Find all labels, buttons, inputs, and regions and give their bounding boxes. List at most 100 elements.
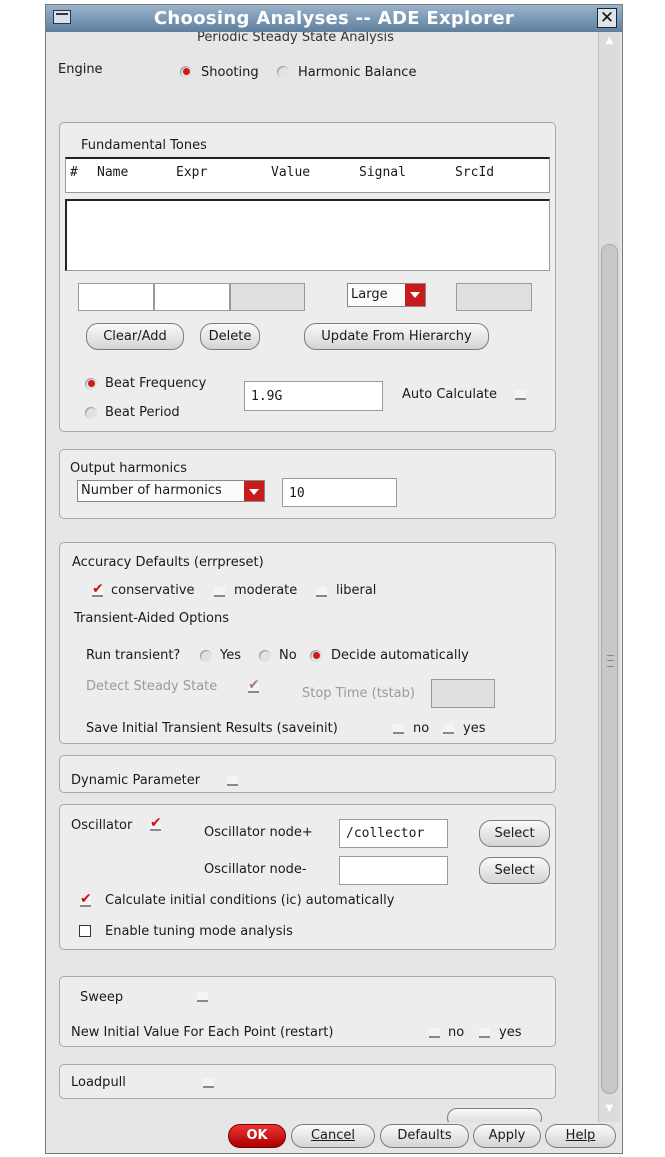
restart-no-checkbox[interactable] <box>429 1028 440 1038</box>
window-menu-icon[interactable] <box>53 10 71 24</box>
col-name: Name <box>97 165 129 180</box>
beat-period-radio[interactable] <box>85 407 97 419</box>
beat-value: 1.9G <box>251 389 283 404</box>
harmonic-balance-label: Harmonic Balance <box>298 65 417 80</box>
ok-button[interactable]: OK <box>228 1124 286 1148</box>
scroll-up-icon[interactable]: ▲ <box>599 32 620 50</box>
oscillator-label: Oscillator <box>71 818 133 833</box>
saveinit-no-checkbox[interactable] <box>393 724 404 734</box>
vertical-scrollbar[interactable]: ▲ ▼ <box>598 32 620 1122</box>
shooting-label: Shooting <box>201 65 259 80</box>
delete-button[interactable]: Delete <box>200 323 260 350</box>
cancel-button[interactable]: Cancel <box>291 1124 375 1148</box>
harmonics-mode-dropdown[interactable]: Number of harmonics <box>77 480 265 502</box>
beat-frequency-label: Beat Frequency <box>105 376 207 391</box>
moderate-label: moderate <box>234 583 298 598</box>
tone-value-input <box>230 283 305 311</box>
conservative-label: conservative <box>111 583 195 598</box>
col-signal: Signal <box>359 165 406 180</box>
shooting-radio[interactable] <box>180 66 192 78</box>
help-button[interactable]: Help <box>545 1124 616 1148</box>
auto-calculate-checkbox[interactable] <box>515 390 526 400</box>
tone-expr-input[interactable] <box>154 283 230 311</box>
run-no-radio[interactable] <box>259 650 271 662</box>
fundamental-tones-title: Fundamental Tones <box>81 138 207 153</box>
accuracy-group: Accuracy Defaults (errpreset) ✔ conserva… <box>59 542 556 744</box>
calc-ic-checkbox[interactable]: ✔ <box>80 892 92 907</box>
apply-button[interactable]: Apply <box>473 1124 541 1148</box>
restart-no-label: no <box>448 1025 465 1040</box>
loadpull-label: Loadpull <box>71 1075 126 1090</box>
moderate-checkbox[interactable] <box>214 587 225 597</box>
engine-label: Engine <box>58 62 103 77</box>
dynamic-parameter-group: Dynamic Parameter <box>59 755 556 793</box>
signal-dropdown[interactable]: Large <box>347 283 426 307</box>
beat-period-label: Beat Period <box>105 405 180 420</box>
save-initial-label: Save Initial Transient Results (saveinit… <box>86 721 338 736</box>
close-icon[interactable]: ✕ <box>597 8 617 28</box>
hidden-button-partial[interactable] <box>447 1108 542 1122</box>
restart-yes-checkbox[interactable] <box>479 1028 490 1038</box>
run-auto-radio[interactable] <box>310 650 322 662</box>
run-yes-label: Yes <box>220 648 241 663</box>
oscillator-node-plus-label: Oscillator node+ <box>204 825 313 840</box>
tone-srcid-input <box>456 283 532 311</box>
select-node-minus-button[interactable]: Select <box>479 857 550 884</box>
dropdown-arrow-icon <box>244 481 264 501</box>
sweep-label: Sweep <box>80 990 124 1005</box>
stop-time-label: Stop Time (tstab) <box>302 686 415 701</box>
tuning-mode-label: Enable tuning mode analysis <box>105 924 293 939</box>
tone-name-input[interactable] <box>78 283 154 311</box>
beat-value-input[interactable]: 1.9G <box>244 381 383 411</box>
run-transient-label: Run transient? <box>86 648 181 663</box>
signal-dropdown-value: Large <box>351 287 388 302</box>
scroll-down-icon[interactable]: ▼ <box>599 1100 620 1118</box>
oscillator-checkbox[interactable]: ✔ <box>150 816 162 831</box>
oscillator-node-minus-input[interactable] <box>339 856 448 885</box>
tuning-mode-checkbox[interactable] <box>79 925 91 937</box>
detect-steady-state-checkbox: ✔ <box>248 677 260 693</box>
conservative-checkbox[interactable]: ✔ <box>92 582 104 597</box>
transient-options-title: Transient-Aided Options <box>74 611 230 626</box>
liberal-label: liberal <box>336 583 377 598</box>
run-auto-label: Decide automatically <box>331 648 469 663</box>
restart-yes-label: yes <box>499 1025 522 1040</box>
loadpull-checkbox[interactable] <box>203 1078 214 1088</box>
dropdown-arrow-icon <box>405 284 425 306</box>
window-title: Choosing Analyses -- ADE Explorer <box>153 8 515 29</box>
dynamic-parameter-checkbox[interactable] <box>227 776 238 786</box>
liberal-checkbox[interactable] <box>316 587 327 597</box>
col-hash: # <box>70 165 78 180</box>
oscillator-group: Oscillator ✔ Oscillator node+ /collector… <box>59 804 556 950</box>
clear-add-button[interactable]: Clear/Add <box>86 323 184 350</box>
oscillator-node-plus-input[interactable]: /collector <box>339 819 448 848</box>
sweep-checkbox[interactable] <box>197 992 208 1002</box>
harmonics-mode-value: Number of harmonics <box>81 483 222 498</box>
saveinit-yes-label: yes <box>463 721 486 736</box>
saveinit-no-label: no <box>413 721 430 736</box>
fundamental-tones-group: Fundamental Tones # Name Expr Value Sign… <box>59 122 556 432</box>
calc-ic-label: Calculate initial conditions (ic) automa… <box>105 893 395 908</box>
col-expr: Expr <box>176 165 208 180</box>
col-srcid: SrcId <box>455 165 495 180</box>
beat-frequency-radio[interactable] <box>85 378 97 390</box>
saveinit-yes-checkbox[interactable] <box>443 724 454 734</box>
section-header: Periodic Steady State Analysis <box>197 32 394 45</box>
auto-calculate-label: Auto Calculate <box>402 387 498 402</box>
harmonics-count: 10 <box>289 486 305 501</box>
harmonic-balance-radio[interactable] <box>277 66 289 78</box>
run-yes-radio[interactable] <box>200 650 212 662</box>
tones-table-body[interactable] <box>65 199 550 271</box>
stop-time-input <box>431 679 495 708</box>
oscillator-node-plus-value: /collector <box>346 826 425 841</box>
loadpull-group: Loadpull <box>59 1064 556 1099</box>
select-node-plus-button[interactable]: Select <box>479 820 550 847</box>
update-from-hierarchy-button[interactable]: Update From Hierarchy <box>304 323 489 350</box>
accuracy-title: Accuracy Defaults (errpreset) <box>72 555 264 570</box>
output-harmonics-title: Output harmonics <box>70 461 187 476</box>
defaults-button[interactable]: Defaults <box>380 1124 469 1148</box>
output-harmonics-group: Output harmonics Number of harmonics 10 <box>59 449 556 519</box>
restart-label: New Initial Value For Each Point (restar… <box>71 1025 334 1040</box>
harmonics-count-input[interactable]: 10 <box>282 478 397 507</box>
scroll-thumb[interactable] <box>601 244 618 1094</box>
